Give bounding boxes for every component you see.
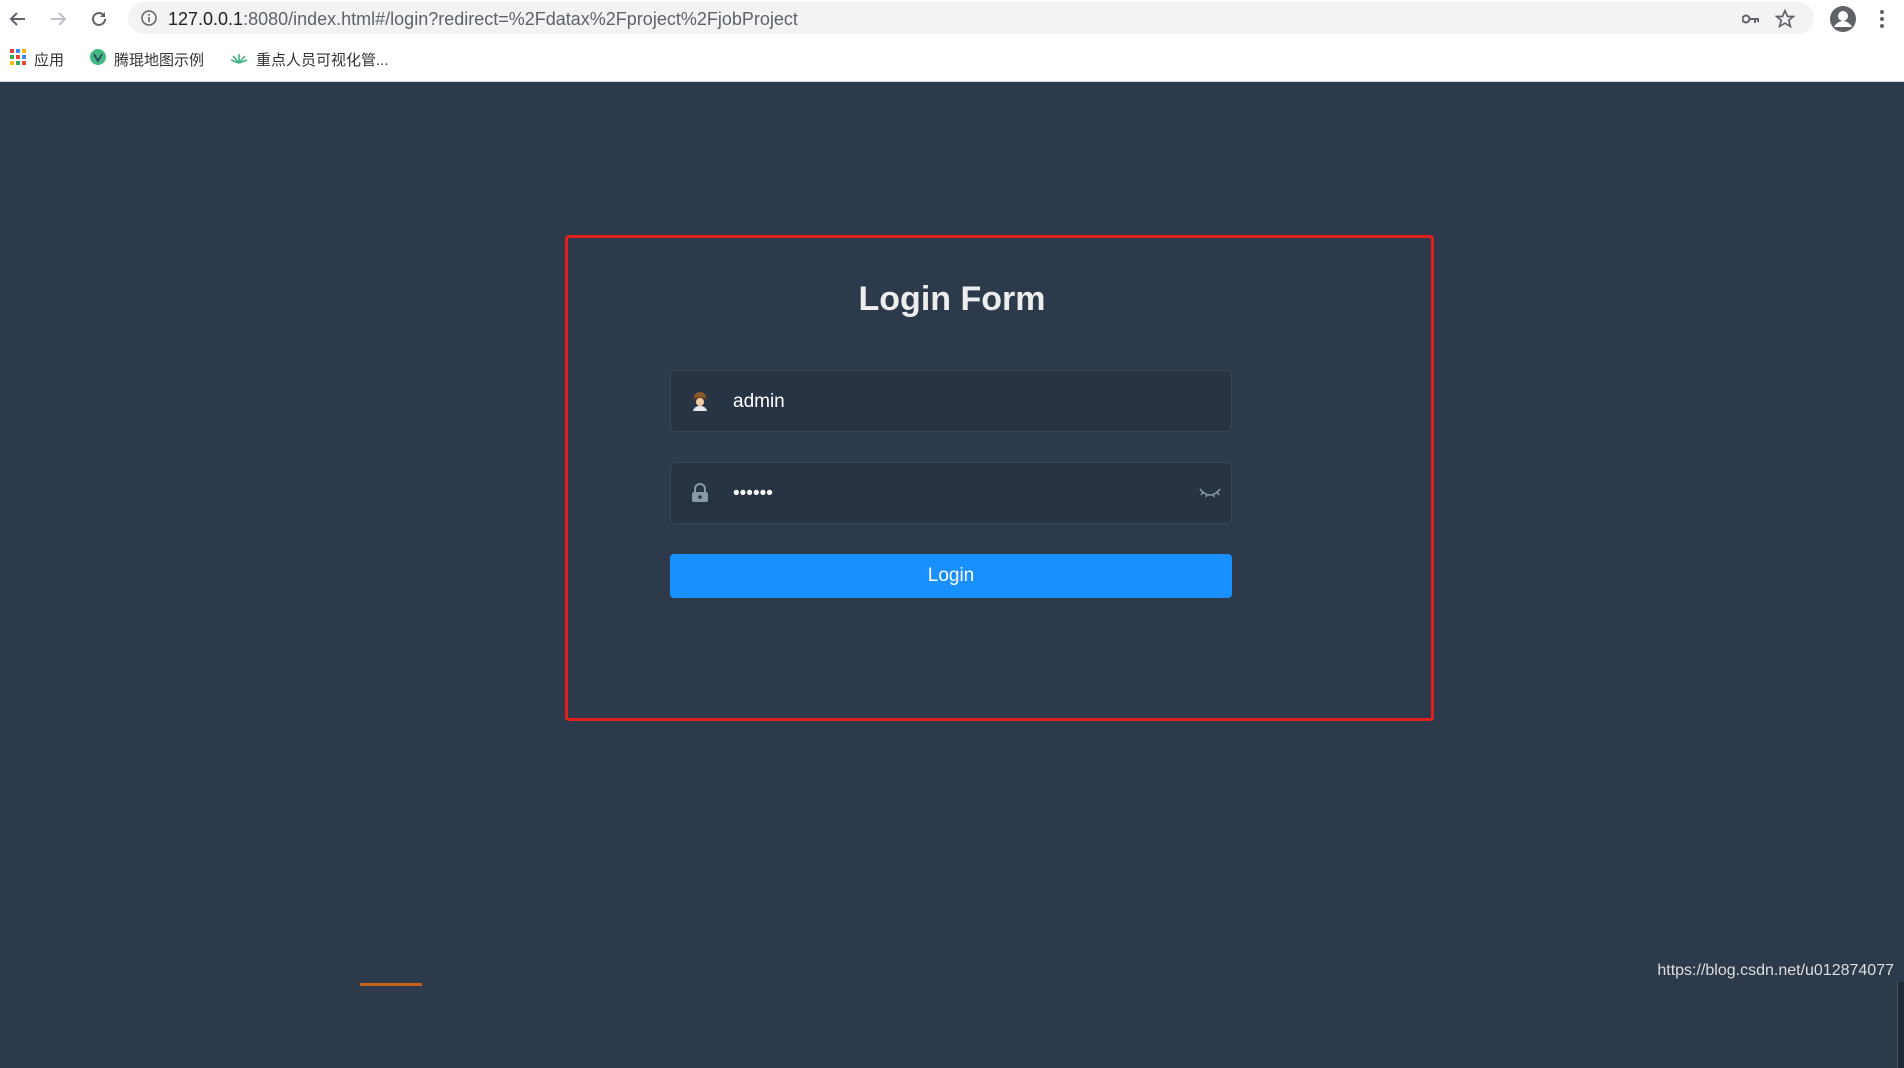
key-icon[interactable] [1740, 8, 1762, 30]
bookmark-key-personnel[interactable]: 重点人员可视化管... [230, 48, 389, 70]
profile-avatar-icon[interactable] [1828, 4, 1858, 34]
bookmarks-bar: 应用 腾琨地图示例 重点人员可视化管... [0, 36, 1904, 82]
menu-dots-icon[interactable] [1872, 6, 1892, 32]
bookmark-apps[interactable]: 应用 [10, 48, 64, 70]
url-path: :8080/index.html#/login?redirect=%2Fdata… [243, 9, 798, 29]
password-input[interactable] [731, 473, 1175, 515]
reload-icon[interactable] [86, 6, 112, 32]
browser-toolbar: 127.0.0.1:8080/index.html#/login?redirec… [0, 0, 1904, 36]
back-arrow-icon[interactable] [5, 6, 31, 32]
info-icon[interactable] [140, 9, 158, 27]
url-host: 127.0.0.1 [168, 9, 244, 29]
bookmark-label: 腾琨地图示例 [114, 51, 205, 69]
login-button[interactable]: Login [670, 554, 1232, 598]
password-field[interactable] [670, 462, 1232, 524]
user-icon [689, 390, 711, 412]
forward-arrow-icon[interactable] [45, 6, 71, 32]
page-title: Login Form [858, 280, 1046, 318]
leaf-icon [230, 50, 248, 68]
username-field[interactable] [670, 370, 1232, 432]
apps-grid-icon [10, 49, 26, 69]
address-bar[interactable]: 127.0.0.1:8080/index.html#/login?redirec… [128, 2, 1814, 34]
username-input[interactable] [731, 381, 1175, 423]
bookmark-tencent-map[interactable]: 腾琨地图示例 [90, 48, 204, 70]
bookmark-label: 应用 [34, 51, 65, 69]
scroll-indicator [1897, 982, 1904, 1068]
eye-closed-icon[interactable] [1199, 483, 1221, 503]
star-icon[interactable] [1774, 8, 1796, 30]
bookmark-label: 重点人员可视化管... [256, 51, 389, 69]
url-text[interactable]: 127.0.0.1:8080/index.html#/login?redirec… [168, 9, 798, 30]
vue-icon [90, 49, 106, 69]
login-page: Login Form Login [0, 82, 1904, 1068]
watermark-text: https://blog.csdn.net/u012874077 [1657, 962, 1894, 979]
lock-icon [689, 482, 711, 504]
